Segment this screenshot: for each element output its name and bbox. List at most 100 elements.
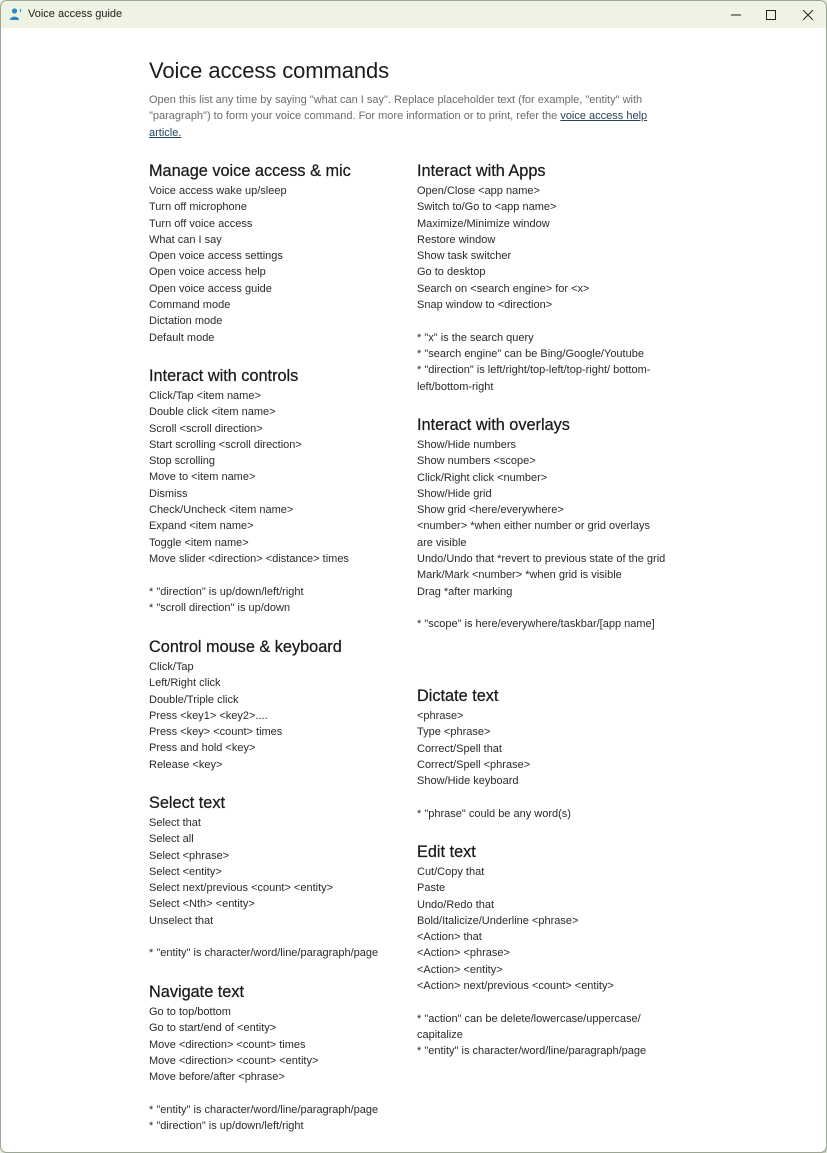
command-item: <number> *when either number or grid ove… <box>417 520 650 549</box>
note-text: * "direction" is up/down/left/right <box>149 585 304 598</box>
voice-access-app-icon <box>9 7 23 21</box>
command-item: Correct/Spell <phrase> <box>417 758 531 771</box>
command-item: Type <phrase> <box>417 726 491 739</box>
note-text: * "entity" is character/word/line/paragr… <box>149 1103 379 1116</box>
command-item: Paste <box>417 882 446 895</box>
note-text: * "entity" is character/word/line/paragr… <box>149 947 379 960</box>
command-item: Check/Uncheck <item name> <box>149 504 294 517</box>
command-item: Move <direction> <count> <entity> <box>149 1054 319 1067</box>
command-item: Release <key> <box>149 758 223 771</box>
close-button[interactable] <box>789 1 826 28</box>
note-text: * "scope" is here/everywhere/taskbar/[ap… <box>417 618 655 631</box>
voice-access-guide-window: Voice access guide Voice access commands… <box>0 0 827 1153</box>
note-text: * "scroll direction" is up/down <box>149 601 291 614</box>
command-item: Press and hold <key> <box>149 742 256 755</box>
command-item: Show task switcher <box>417 250 512 263</box>
section-heading: Control mouse & keyboard <box>149 638 342 656</box>
section-heading: Edit text <box>417 843 476 861</box>
command-item: Move slider <direction> <distance> times <box>149 552 349 565</box>
command-item: Correct/Spell that <box>417 742 502 755</box>
command-item: Show numbers <scope> <box>417 455 536 468</box>
command-item: Open voice access help <box>149 266 266 279</box>
section-manage-voice-access: Manage voice access & mic Voice access w… <box>149 160 411 346</box>
command-item: <Action> that <box>417 931 482 944</box>
maximize-button[interactable] <box>752 1 790 28</box>
section-heading: Interact with controls <box>149 367 299 385</box>
command-item: Dismiss <box>149 487 188 500</box>
command-item: Switch to/Go to <app name> <box>417 201 557 214</box>
intro-paragraph: Open this list any time by saying "what … <box>149 92 677 141</box>
command-item: Open/Close <app name> <box>417 185 540 197</box>
command-item: Open voice access guide <box>149 282 272 295</box>
command-item: Dictation mode <box>149 315 223 328</box>
section-heading: Interact with overlays <box>417 416 570 434</box>
command-item: Snap window to <direction> <box>417 299 553 312</box>
command-item: Left/Right click <box>149 677 221 690</box>
close-icon <box>803 9 813 20</box>
command-item: Turn off microphone <box>149 201 247 214</box>
section-heading: Navigate text <box>149 983 245 1001</box>
command-item: Undo/Redo that <box>417 898 495 911</box>
command-item: Move <direction> <count> times <box>149 1038 306 1051</box>
command-item: Drag *after marking <box>417 585 513 598</box>
command-item: Go to desktop <box>417 266 486 279</box>
command-item: Voice access wake up/sleep <box>149 185 287 197</box>
command-item: Select that <box>149 817 201 829</box>
section-dictate-text: Dictate text <phrase> Type <phrase> Corr… <box>417 685 679 822</box>
note-text: * "direction" is up/down/left/right <box>149 1120 304 1133</box>
command-item: Turn off voice access <box>149 217 253 230</box>
command-item: Select all <box>149 833 194 846</box>
command-item: Select <Nth> <entity> <box>149 898 255 911</box>
command-item: Search on <search engine> for <x> <box>417 282 590 295</box>
command-item: Unselect that <box>149 914 214 927</box>
command-item: <phrase> <box>417 710 464 722</box>
command-item: Double click <item name> <box>149 406 276 419</box>
command-item: Show/Hide numbers <box>417 439 517 451</box>
command-item: Select next/previous <count> <entity> <box>149 882 334 895</box>
command-item: What can I say <box>149 233 222 246</box>
command-item: <Action> <entity> <box>417 963 503 976</box>
command-item: Start scrolling <scroll direction> <box>149 438 302 451</box>
section-interact-with-overlays: Interact with overlays Show/Hide numbers… <box>417 414 679 633</box>
section-navigate-text: Navigate text Go to top/bottom Go to sta… <box>149 981 411 1134</box>
command-item: Bold/Italicize/Underline <phrase> <box>417 914 579 927</box>
command-item: Expand <item name> <box>149 520 254 533</box>
command-item: <Action> next/previous <count> <entity> <box>417 980 614 993</box>
minimize-button[interactable] <box>717 1 755 28</box>
command-item: Scroll <scroll direction> <box>149 422 263 435</box>
note-text: * "x" is the search query <box>417 331 534 344</box>
command-item: Click/Tap <box>149 661 194 673</box>
command-item: Cut/Copy that <box>417 866 485 878</box>
section-select-text: Select text Select that Select all Selec… <box>149 792 411 962</box>
command-item: Select <entity> <box>149 865 222 878</box>
section-interact-with-controls: Interact with controls Click/Tap <item n… <box>149 365 411 616</box>
note-text: * "phrase" could be any word(s) <box>417 807 571 820</box>
section-heading: Dictate text <box>417 687 499 705</box>
command-item: Select <phrase> <box>149 849 230 862</box>
command-item: Default mode <box>149 331 215 344</box>
maximize-icon <box>766 9 776 20</box>
section-edit-text: Edit text Cut/Copy that Paste Undo/Redo … <box>417 841 679 1060</box>
title-bar: Voice access guide <box>1 1 826 28</box>
page-title: Voice access commands <box>149 58 390 83</box>
command-item: Go to start/end of <entity> <box>149 1022 277 1035</box>
note-text: * "action" can be delete/lowercase/upper… <box>417 1012 641 1041</box>
note-text: * "entity" is character/word/line/paragr… <box>417 1045 647 1058</box>
command-item: Restore window <box>417 233 496 246</box>
section-interact-with-apps: Interact with Apps Open/Close <app name>… <box>417 160 679 395</box>
section-heading: Manage voice access & mic <box>149 162 351 180</box>
command-item: Show/Hide keyboard <box>417 775 519 788</box>
window-title: Voice access guide <box>28 8 123 20</box>
command-item: Mark/Mark <number> *when grid is visible <box>417 569 622 582</box>
note-text: * "search engine" can be Bing/Google/You… <box>417 347 644 360</box>
command-item: <Action> <phrase> <box>417 947 510 960</box>
command-item: Open voice access settings <box>149 250 283 263</box>
command-item: Click/Tap <item name> <box>149 390 261 402</box>
command-item: Click/Right click <number> <box>417 471 548 484</box>
minimize-icon <box>731 14 741 15</box>
command-item: Go to top/bottom <box>149 1006 231 1018</box>
command-item: Undo/Undo that *revert to previous state… <box>417 553 666 566</box>
command-item: Command mode <box>149 299 231 312</box>
command-item: Show grid <here/everywhere> <box>417 504 564 517</box>
section-heading: Select text <box>149 794 226 812</box>
